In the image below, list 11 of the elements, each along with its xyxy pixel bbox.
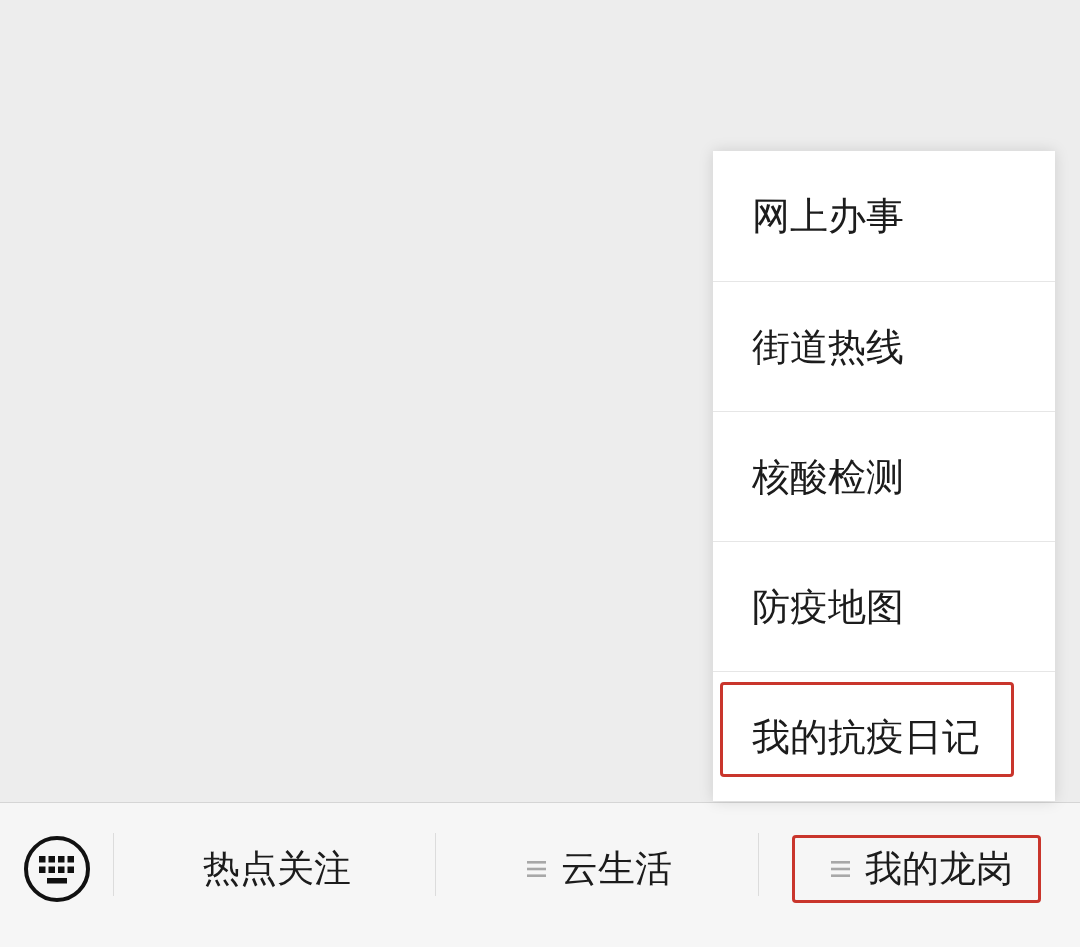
menu-item[interactable]: 防疫地图	[713, 541, 1055, 671]
menu-tab[interactable]: 我的龙岗	[791, 835, 1041, 903]
menu-item[interactable]: 核酸检测	[713, 411, 1055, 541]
keyboard-icon[interactable]	[23, 836, 90, 902]
menu-item[interactable]: 街道热线	[713, 281, 1055, 411]
menu-icon	[527, 861, 546, 877]
menu-icon	[830, 861, 850, 877]
menu-item[interactable]: 我的抗疫日记	[713, 671, 1055, 801]
menu-item[interactable]: 网上办事	[713, 151, 1055, 281]
menu-tab[interactable]: 热点关注	[164, 835, 380, 903]
menu-tab[interactable]: 云生活	[488, 835, 700, 903]
